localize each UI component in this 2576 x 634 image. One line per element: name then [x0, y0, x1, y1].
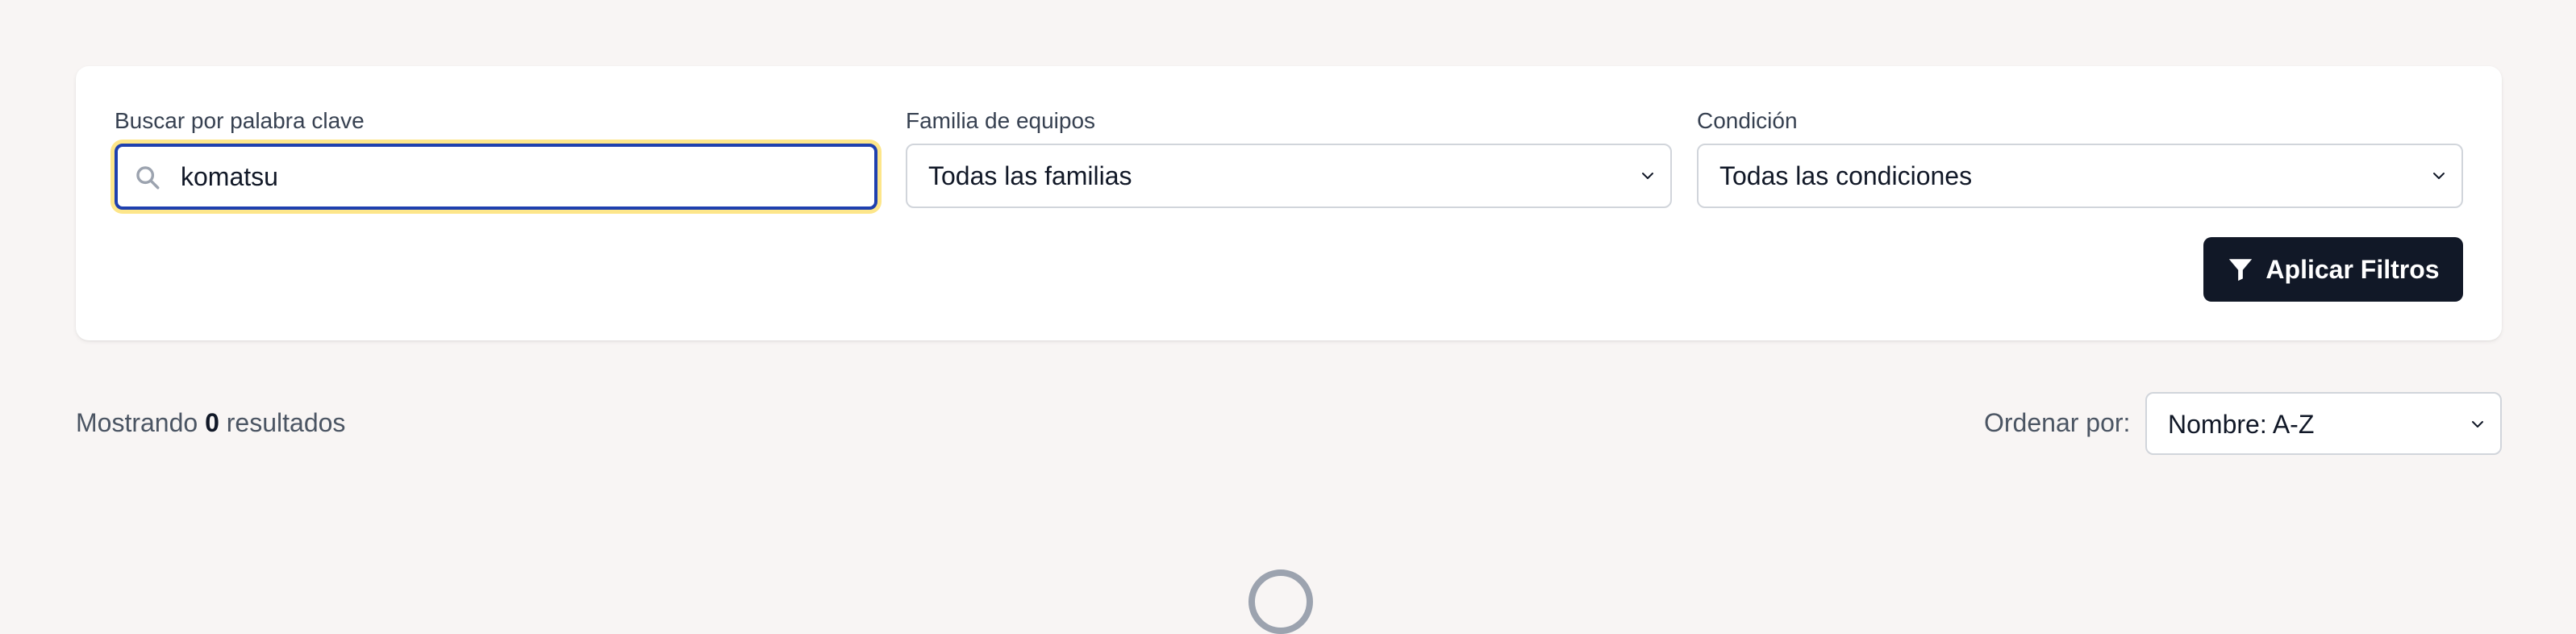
- results-suffix: resultados: [226, 408, 346, 437]
- apply-filters-button[interactable]: Aplicar Filtros: [2203, 237, 2463, 302]
- family-label: Familia de equipos: [906, 108, 1096, 133]
- family-select[interactable]: Todas las familias: [906, 144, 1672, 208]
- chevron-down-icon: [1642, 173, 1653, 179]
- keyword-value: komatsu: [181, 162, 278, 191]
- empty-state-icon: [1248, 569, 1313, 634]
- condition-label: Condición: [1697, 108, 1798, 133]
- condition-selected: Todas las condiciones: [1719, 161, 1973, 190]
- search-icon: [136, 166, 160, 190]
- sort-selected: Nombre: A-Z: [2168, 410, 2315, 439]
- results-summary: Mostrando 0 resultados: [76, 407, 345, 439]
- chevron-down-icon: [2433, 173, 2445, 179]
- family-selected: Todas las familias: [928, 161, 1132, 190]
- apply-filters-label: Aplicar Filtros: [2265, 254, 2440, 284]
- results-count: 0: [205, 408, 219, 437]
- keyword-search-input[interactable]: komatsu: [115, 144, 877, 210]
- keyword-label: Buscar por palabra clave: [115, 108, 365, 133]
- sort-label: Ordenar por:: [1984, 408, 2131, 437]
- filter-icon: [2229, 259, 2253, 282]
- condition-select[interactable]: Todas las condiciones: [1697, 144, 2463, 208]
- results-prefix: Mostrando: [76, 408, 198, 437]
- sort-select[interactable]: Nombre: A-Z: [2145, 392, 2502, 455]
- chevron-down-icon: [2472, 421, 2483, 428]
- filter-panel: Buscar por palabra clave komatsu Familia…: [76, 66, 2502, 340]
